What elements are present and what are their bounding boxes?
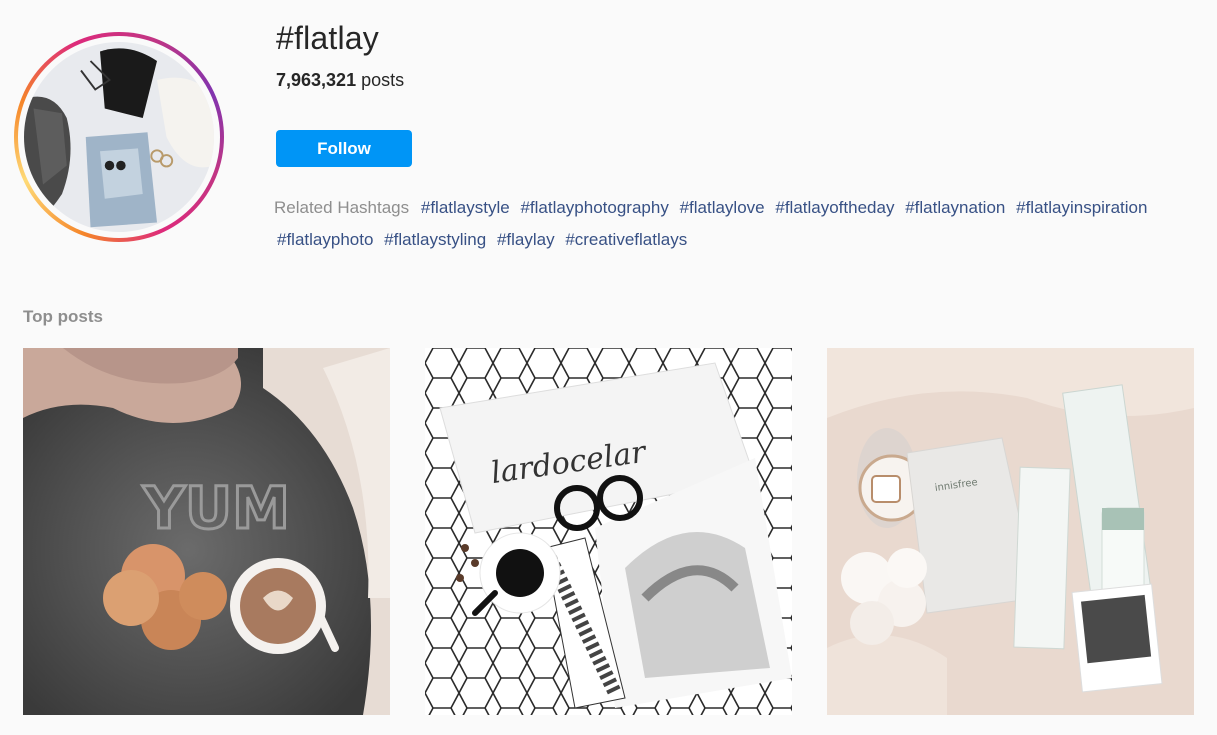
post-thumbnail-skincare[interactable]: innisfree [827,348,1194,715]
related-tag-link[interactable]: #flatlayphotography [520,198,668,217]
top-posts-heading: Top posts [23,307,103,326]
related-tag-link[interactable]: #flatlayoftheday [775,198,894,217]
avatar-image [24,42,214,232]
follow-button[interactable]: Follow [276,130,412,167]
related-hashtags: Related Hashtags #flatlaystyle #flatlayp… [274,192,1194,256]
hashtag-title: #flatlay [276,20,379,56]
related-hashtags-label: Related Hashtags [274,198,410,217]
post-count: 7,963,321 posts [276,70,404,91]
post-thumbnail-cookies-coffee[interactable]: YUM [23,348,390,715]
top-posts-grid: YUM lardocelar innisfree [23,348,1194,715]
related-tag-link[interactable]: #creativeflatlays [565,230,687,249]
related-tag-link[interactable]: #flatlaylove [680,198,765,217]
related-tag-link[interactable]: #flatlayphoto [277,230,373,249]
post-count-label: posts [361,70,405,90]
related-tag-link[interactable]: #flatlaynation [905,198,1005,217]
post-image-text: YUM [142,474,290,542]
post-count-value: 7,963,321 [276,70,357,90]
hashtag-page: #flatlay 7,963,321 posts Follow Related … [0,0,1217,735]
related-tag-link[interactable]: #flatlaystyling [384,230,486,249]
related-tag-link[interactable]: #flatlayinspiration [1016,198,1147,217]
related-tag-link[interactable]: #flatlaystyle [421,198,510,217]
related-tag-link[interactable]: #flaylay [497,230,555,249]
post-thumbnail-coffee-glasses[interactable]: lardocelar [425,348,792,715]
hashtag-avatar [14,32,224,242]
